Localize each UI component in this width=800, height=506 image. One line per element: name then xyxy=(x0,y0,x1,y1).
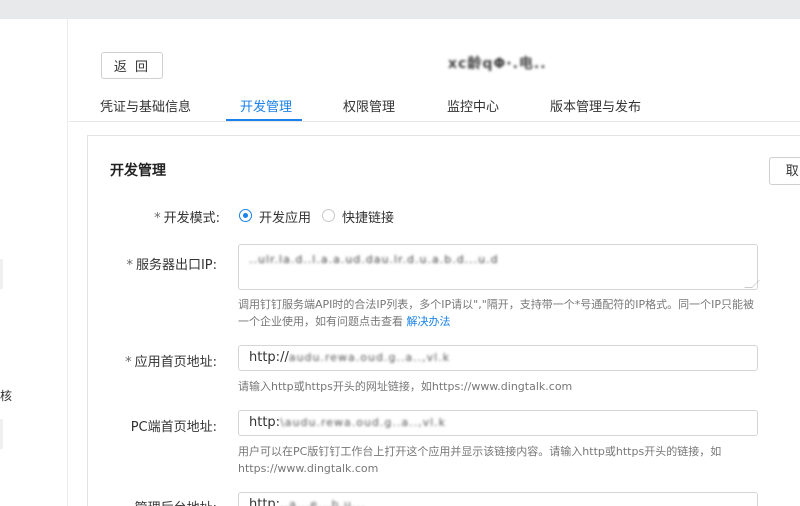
admin-url-label: 管理后台地址: xyxy=(57,497,217,506)
required-mark: * xyxy=(154,211,161,226)
tab-credentials[interactable]: 凭证与基础信息 xyxy=(100,96,191,115)
dev-mode-label: * 开发模式: xyxy=(154,211,220,226)
server-ip-value: ..ulr.la.d..l.a.a.ud.dau.lr.d.u.a.b.d...… xyxy=(249,253,499,266)
pc-url-input[interactable]: http:\audu.rewa.oud.g..a..,vl.k xyxy=(238,410,758,436)
card-title: 开发管理 xyxy=(110,163,166,179)
admin-url-input[interactable]: http:..a...e...b.u... xyxy=(238,492,758,506)
back-button[interactable]: 返 回 xyxy=(101,52,163,79)
active-tab-indicator xyxy=(226,119,302,121)
pc-url-help: 用户可以在PC版钉钉工作台上打开这个应用并显示该链接内容。请输入http或htt… xyxy=(238,445,722,475)
app-name: xc龄qΦ·.电.. xyxy=(448,56,547,72)
pc-url-label: PC端首页地址: xyxy=(130,420,217,435)
radio-dev-app[interactable] xyxy=(239,209,252,222)
solution-link[interactable]: 解决办法 xyxy=(407,315,451,328)
server-ip-textarea[interactable]: ..ulr.la.d..l.a.a.ud.dau.lr.d.u.a.b.d...… xyxy=(238,244,758,290)
sidebar-marker xyxy=(0,419,3,449)
top-bar xyxy=(0,0,800,19)
cancel-button[interactable]: 取 消 xyxy=(769,157,800,185)
radio-quick-link[interactable] xyxy=(322,209,335,222)
sidebar-fragment-text: 核 xyxy=(0,389,13,403)
radio-dev-app-label[interactable]: 开发应用 xyxy=(259,207,311,226)
home-url-input[interactable]: http://audu.rewa.oud.g..a..,vl.k xyxy=(238,345,758,371)
tab-monitoring[interactable]: 监控中心 xyxy=(447,96,499,115)
tab-versions[interactable]: 版本管理与发布 xyxy=(550,96,641,115)
tab-bar: 凭证与基础信息 开发管理 权限管理 监控中心 版本管理与发布 xyxy=(69,90,800,122)
server-ip-help: 调用钉钉服务端API时的合法IP列表，多个IP请以","隔开，支持带一个*号通配… xyxy=(238,298,755,328)
server-ip-label: * 服务器出口IP: xyxy=(126,258,217,273)
sidebar-marker xyxy=(0,259,3,289)
home-url-help: 请输入http或https开头的网址链接，如https://www.dingta… xyxy=(238,380,573,393)
radio-quick-link-label[interactable]: 快捷链接 xyxy=(342,207,394,226)
home-url-label: * 应用首页地址: xyxy=(125,355,217,370)
tab-development[interactable]: 开发管理 xyxy=(240,96,292,115)
required-mark: * xyxy=(125,355,132,370)
required-mark: * xyxy=(126,258,133,273)
tab-permissions[interactable]: 权限管理 xyxy=(343,96,395,115)
